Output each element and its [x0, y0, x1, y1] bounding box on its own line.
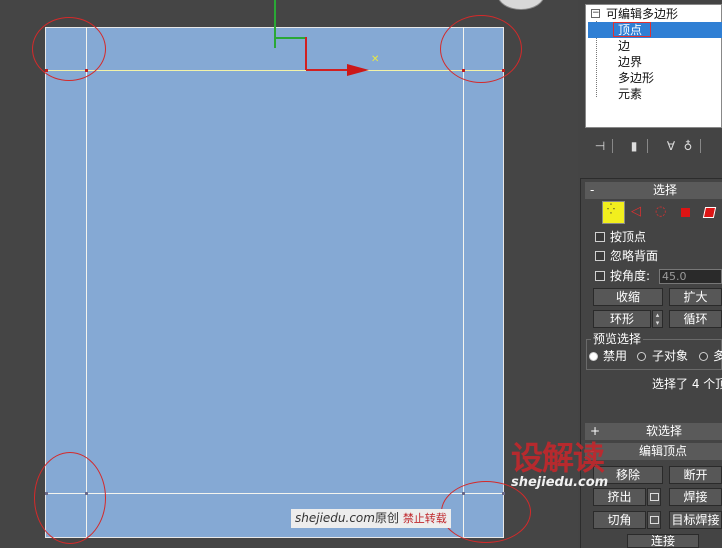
modifier-stack[interactable]: − 可编辑多边形 顶点 边 边界 多边形 元素 — [585, 4, 722, 128]
border-level-icon[interactable]: ◌ — [655, 205, 666, 219]
chamfer-settings-button[interactable] — [647, 511, 661, 529]
ring-spinner[interactable]: ▴ ▾ — [652, 310, 663, 328]
by-angle-checkbox[interactable] — [595, 271, 605, 281]
editable-poly-plane[interactable] — [45, 27, 504, 538]
angle-value: 45.0 — [662, 270, 687, 283]
watermark-warning: 禁止转载 — [402, 512, 447, 525]
show-end-result-icon[interactable]: ▮ — [627, 139, 641, 153]
weld-button[interactable]: 焊接 — [669, 488, 722, 506]
watermark-footer: shejiedu.com原创 禁止转载 — [291, 509, 451, 528]
vertex-dots-icon: ⁛ — [607, 204, 615, 215]
ignore-backfacing-checkbox[interactable] — [595, 251, 605, 261]
rollout-expand-sign: + — [590, 424, 601, 438]
by-angle-label: 按角度: — [610, 269, 651, 283]
by-vertex-label: 按顶点 — [610, 230, 647, 244]
target-weld-button[interactable]: 目标焊接 — [669, 511, 722, 529]
polygon-level-icon[interactable] — [680, 207, 691, 218]
toolbar-divider — [612, 139, 613, 153]
shrink-button[interactable]: 收缩 — [593, 288, 663, 306]
selection-circle — [34, 452, 106, 544]
angle-value-field[interactable]: 45.0 — [659, 269, 722, 284]
watermark-logo: 设解读 shejiedu.com — [511, 440, 621, 492]
selection-circle — [440, 15, 522, 83]
preview-multi-label: 多 — [713, 349, 722, 363]
rollout-collapse-sign: - — [590, 183, 595, 197]
settings-box-icon — [649, 493, 659, 501]
rollout-soft-selection-header[interactable]: + 软选择 — [585, 423, 722, 440]
chamfer-button[interactable]: 切角 — [593, 511, 646, 529]
preview-selection-label: 预览选择 — [591, 331, 644, 347]
gizmo-plane-handle-red[interactable] — [305, 37, 307, 70]
edge-level-icon[interactable]: ◁ — [631, 205, 641, 219]
break-button[interactable]: 断开 — [669, 466, 722, 484]
selection-circle — [32, 17, 106, 81]
extrude-settings-button[interactable] — [647, 488, 661, 506]
toolbar-divider — [647, 139, 648, 153]
gizmo-x-arrow-icon[interactable] — [347, 64, 369, 76]
rollout-selection-title: 选择 — [653, 183, 678, 197]
selection-status-text: 选择了 4 个顶 — [652, 377, 722, 391]
element-level-icon[interactable] — [702, 207, 717, 218]
edge-line-right[interactable] — [463, 27, 464, 538]
watermark-logo-text: 设解读 — [511, 440, 605, 477]
connect-button[interactable]: 连接 — [627, 534, 699, 548]
perspective-viewport[interactable]: ✕ shejiedu.com原创 禁止转载 — [0, 0, 578, 548]
stack-item-edge[interactable]: 边 — [618, 38, 630, 54]
view-cube-edge[interactable] — [497, 0, 545, 10]
make-unique-icon[interactable]: ∀ — [664, 139, 678, 153]
stack-item-border[interactable]: 边界 — [618, 54, 642, 70]
vertex-level-button[interactable]: ⁛ — [602, 201, 625, 224]
preview-off-label: 禁用 — [603, 349, 628, 363]
remove-modifier-icon[interactable]: ♁ — [681, 139, 695, 153]
loop-button[interactable]: 循环 — [669, 310, 722, 328]
stack-selection-highlight — [588, 22, 722, 38]
stack-toolbar: ⊣ ▮ ∀ ♁ — [585, 136, 722, 156]
stack-item-polygon[interactable]: 多边形 — [618, 70, 654, 86]
stack-item-vertex[interactable]: 顶点 — [618, 22, 642, 38]
pin-stack-icon[interactable]: ⊣ — [593, 139, 607, 153]
rollout-soft-selection-title: 软选择 — [646, 424, 683, 438]
stack-expand-icon[interactable]: − — [591, 9, 600, 18]
rollout-edit-vertices-title: 编辑顶点 — [639, 444, 688, 458]
gizmo-axis-marker-icon: ✕ — [371, 54, 380, 65]
gizmo-y-axis[interactable] — [274, 0, 276, 48]
stack-item-element[interactable]: 元素 — [618, 86, 642, 102]
edge-line-bottom[interactable] — [45, 493, 504, 494]
preview-off-radio[interactable] — [589, 352, 598, 361]
gizmo-x-axis[interactable] — [306, 69, 350, 71]
grow-button[interactable]: 扩大 — [669, 288, 722, 306]
watermark-site: shejiedu.com — [295, 511, 375, 525]
by-vertex-checkbox[interactable] — [595, 232, 605, 242]
ring-button[interactable]: 环形 — [593, 310, 651, 328]
watermark-logo-url: shejiedu.com — [511, 475, 609, 490]
preview-multi-radio[interactable] — [699, 352, 708, 361]
toolbar-divider — [700, 139, 701, 153]
settings-box-icon — [649, 516, 659, 524]
ignore-backfacing-label: 忽略背面 — [610, 249, 659, 263]
edge-line-top[interactable] — [45, 70, 504, 71]
preview-subobject-label: 子对象 — [652, 349, 689, 363]
gizmo-plane-handle-green[interactable] — [274, 37, 306, 39]
rollout-selection-header[interactable]: - 选择 — [585, 182, 722, 199]
stack-root-editable-poly[interactable]: 可编辑多边形 — [606, 6, 678, 22]
preview-subobject-radio[interactable] — [637, 352, 646, 361]
watermark-original: 原创 — [374, 511, 399, 525]
